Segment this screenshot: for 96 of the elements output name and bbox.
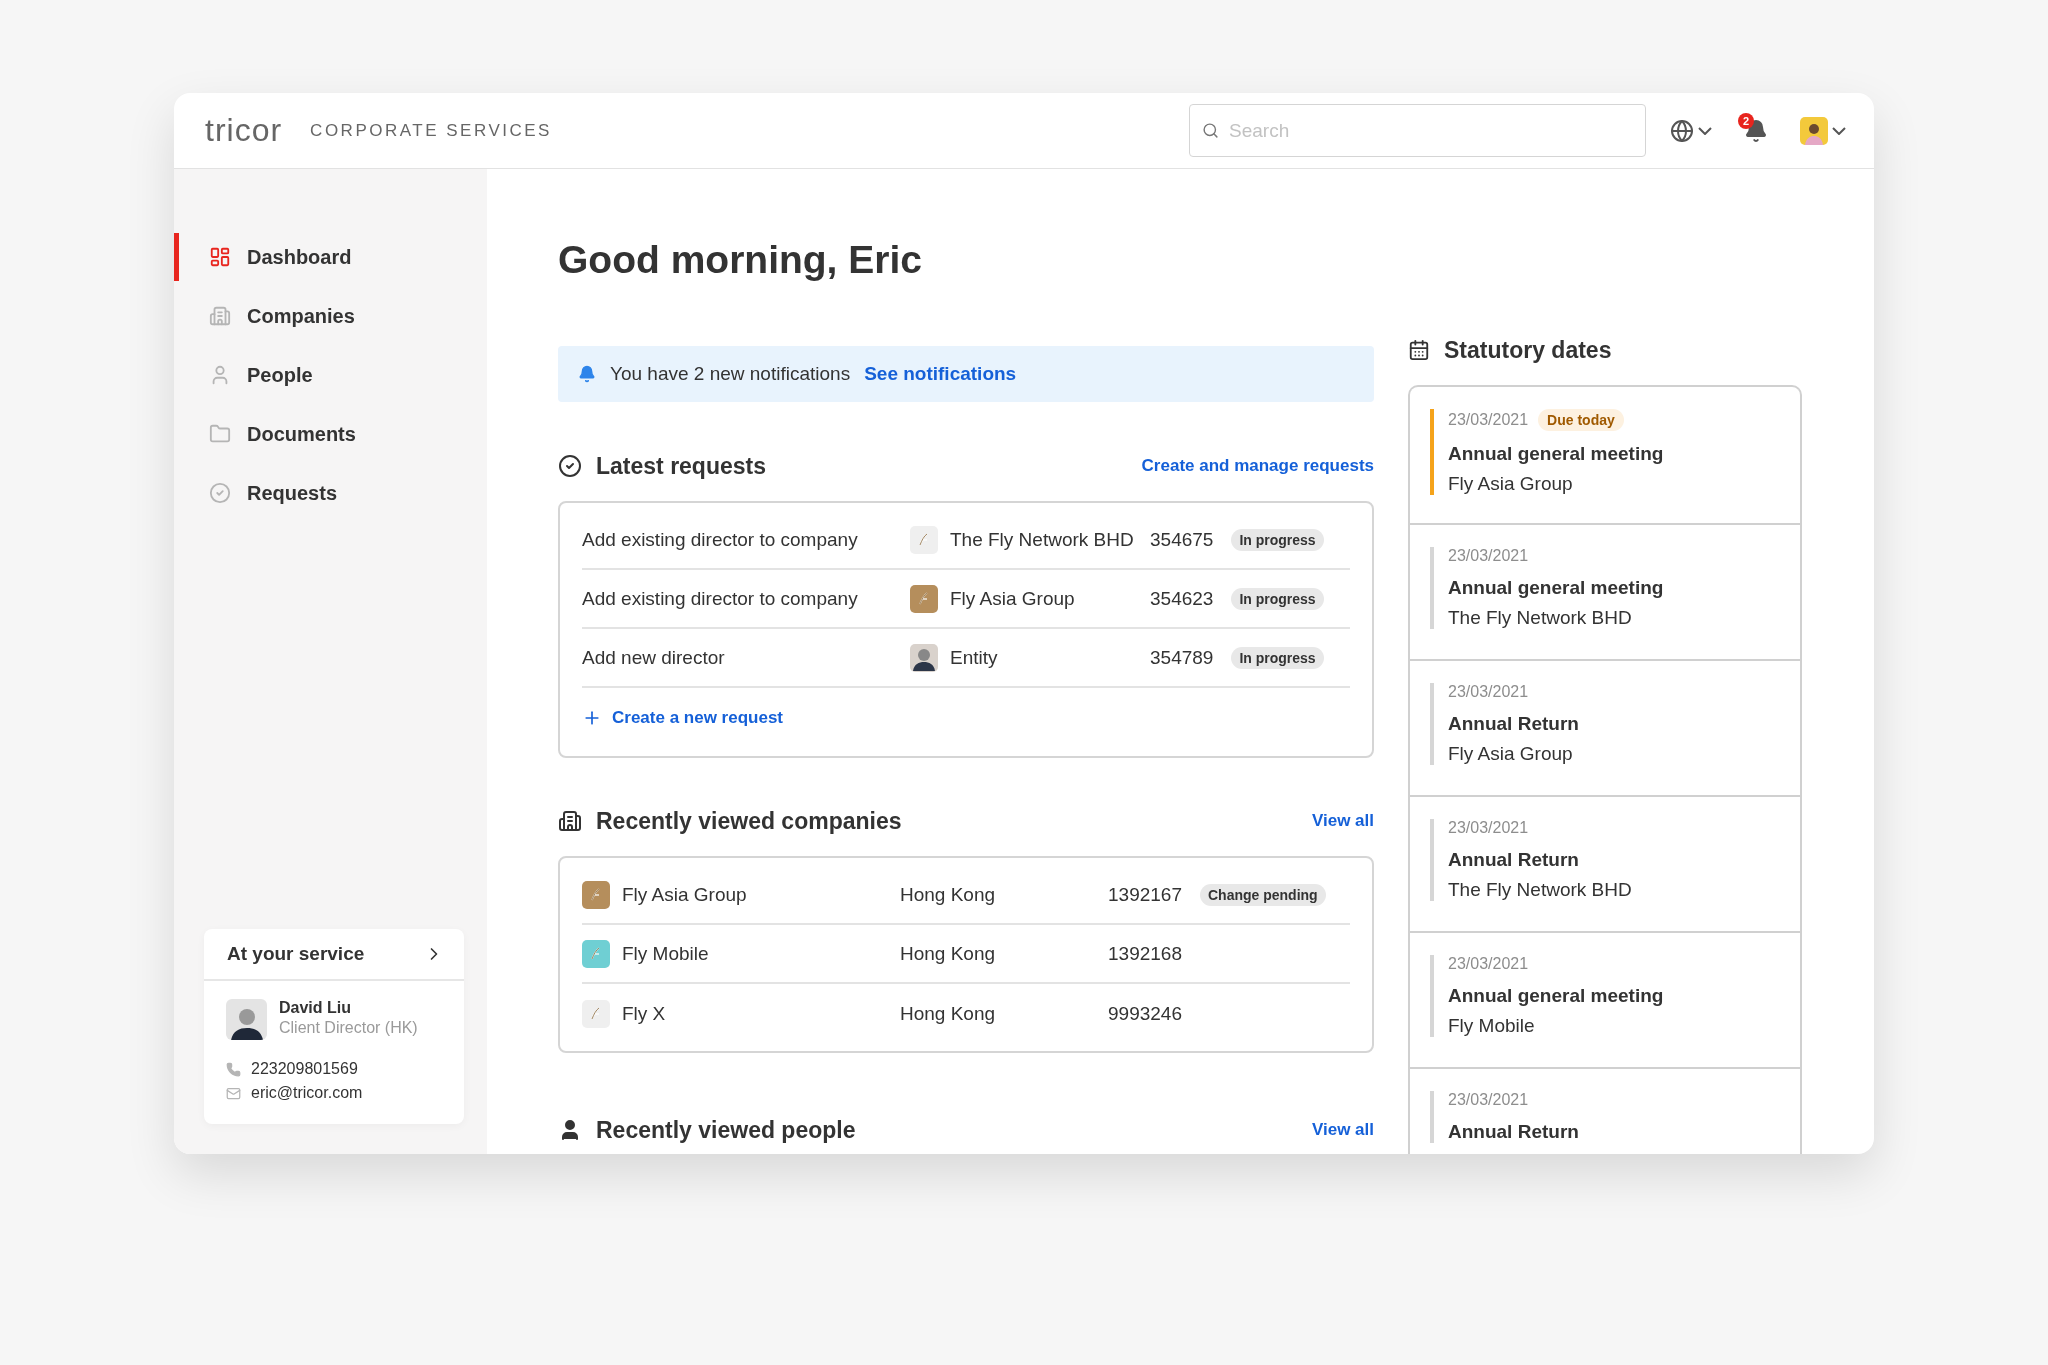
due-date: 23/03/2021 [1448, 683, 1529, 701]
search-field[interactable]: Search [1189, 104, 1646, 157]
event-title: Annual Return [1448, 1121, 1580, 1143]
check-circle-icon [558, 454, 582, 478]
nav-item[interactable]: Requests [174, 469, 487, 517]
event-title: Annual Return [1448, 713, 1580, 735]
entity-name: The Fly Network BHD [950, 528, 1134, 551]
search-icon [1202, 122, 1219, 139]
greeting: Good morning, Eric [558, 238, 923, 283]
section-title: Recently viewed people [596, 1116, 857, 1144]
contact-role: Client Director (HK) [279, 1019, 418, 1037]
mail-icon [226, 1085, 241, 1101]
due-tag: Due today [1538, 409, 1624, 431]
request-number: 354623 [1150, 587, 1214, 610]
request-number: 354675 [1150, 528, 1214, 551]
company-row[interactable]: Fly Asia Group Hong Kong 1392167 Change pending [582, 866, 1350, 925]
request-name: Add existing director to company [582, 587, 859, 610]
contact-name: David Liu [279, 999, 352, 1017]
chevron-down-icon [1832, 126, 1846, 135]
notification-count: 2 [1738, 112, 1754, 129]
nav-item[interactable]: Documents [174, 410, 487, 458]
manage-requests-link[interactable]: Create and manage requests [1141, 456, 1374, 476]
event-title: Annual Return [1448, 849, 1580, 871]
nav-item[interactable]: People [174, 351, 487, 399]
status-tag: In progress [1231, 587, 1324, 610]
chevron-down-icon [1698, 126, 1712, 135]
company-name: Fly X [622, 1002, 666, 1025]
company-name: Fly Asia Group [1448, 473, 1574, 495]
statutory-item[interactable]: 23/03/2021 Annual Return [1410, 1067, 1800, 1154]
status-tag: In progress [1231, 646, 1324, 669]
request-row[interactable]: Add existing director to company The Fly Network BHD 354675 In progress [582, 511, 1350, 570]
email-address: eric@tricor.com [251, 1084, 363, 1102]
avatar-placeholder [226, 999, 267, 1040]
notification-text: You have 2 new notifications [610, 363, 851, 385]
nav-item[interactable]: Dashboard [174, 233, 487, 281]
view-all-link[interactable]: View all [1311, 811, 1374, 831]
bell-icon [1744, 118, 1768, 143]
company-name: Fly Asia Group [622, 883, 747, 906]
nav-icon [209, 423, 231, 445]
nav-icon [209, 482, 231, 504]
event-title: Annual general meeting [1448, 985, 1665, 1007]
due-date: 23/03/2021 [1448, 819, 1529, 837]
company-row[interactable]: Fly X Hong Kong 9993246 [582, 984, 1350, 1043]
entity-name: Fly Asia Group [950, 587, 1075, 610]
request-name: Add existing director to company [582, 528, 859, 551]
product-name: CORPORATE SERVICES [310, 120, 553, 141]
event-title: Annual general meeting [1448, 577, 1665, 599]
company-number: 9993246 [1108, 1002, 1182, 1025]
nav-item[interactable]: Companies [174, 292, 487, 340]
view-all-link[interactable]: View all [1311, 1120, 1374, 1140]
service-header[interactable]: At your service [204, 929, 464, 981]
company-location: Hong Kong [900, 942, 997, 965]
statutory-item[interactable]: 23/03/2021 Annual Return Fly Asia Group [1410, 659, 1800, 795]
statutory-item[interactable]: 23/03/2021 Annual Return The Fly Network BHD [1410, 795, 1800, 931]
company-name: The Fly Network BHD [1448, 607, 1633, 629]
phone-number: 223209801569 [251, 1060, 358, 1078]
calendar-icon [1408, 339, 1430, 361]
logo[interactable]: tricor [205, 112, 283, 149]
section-title: Latest requests [596, 452, 767, 480]
status-tag: In progress [1231, 528, 1324, 551]
due-date: 23/03/2021 [1448, 1091, 1529, 1109]
section-title: Statutory dates [1444, 336, 1613, 364]
nav-icon [209, 305, 231, 327]
phone-icon [226, 1061, 241, 1077]
due-date: 23/03/2021 [1448, 411, 1529, 429]
statutory-item[interactable]: 23/03/2021 Annual general meeting The Fly Network BHD [1410, 523, 1800, 659]
user-avatar-icon [1800, 116, 1828, 145]
due-date: 23/03/2021 [1448, 955, 1529, 973]
company-name: Fly Asia Group [1448, 743, 1574, 765]
event-title: Annual general meeting [1448, 443, 1665, 465]
statutory-item[interactable]: 23/03/2021 Due today Annual general meeting Fly Asia Group [1410, 387, 1800, 523]
bell-icon [578, 365, 596, 383]
request-row[interactable]: Add new director Entity 354789 In progress [582, 629, 1350, 688]
company-location: Hong Kong [900, 883, 997, 906]
company-location: Hong Kong [900, 1002, 997, 1025]
notifications-button[interactable]: 2 [1740, 114, 1772, 147]
request-name: Add new director [582, 646, 726, 669]
request-number: 354789 [1150, 646, 1214, 669]
company-name: Fly Mobile [622, 942, 709, 965]
status-tag: Change pending [1199, 883, 1326, 906]
statutory-item[interactable]: 23/03/2021 Annual general meeting Fly Mobile [1410, 931, 1800, 1067]
globe-icon [1670, 118, 1694, 143]
company-name: The Fly Network BHD [1448, 879, 1633, 901]
nav-icon [209, 246, 231, 268]
request-row[interactable]: Add existing director to company Fly Asia Group 354623 In progress [582, 570, 1350, 629]
company-number: 1392168 [1108, 942, 1182, 965]
see-notifications-link[interactable]: See notifications [864, 363, 1017, 385]
company-row[interactable]: Fly Mobile Hong Kong 1392168 [582, 925, 1350, 984]
section-title: Recently viewed companies [596, 807, 903, 835]
building-icon [558, 809, 582, 833]
entity-name: Entity [950, 646, 998, 669]
company-number: 1392167 [1108, 883, 1182, 906]
company-name: Fly Mobile [1448, 1015, 1536, 1037]
create-request-link[interactable]: Create a new request [582, 688, 1350, 748]
search-input[interactable]: Search [1227, 118, 1633, 143]
due-date: 23/03/2021 [1448, 547, 1529, 565]
